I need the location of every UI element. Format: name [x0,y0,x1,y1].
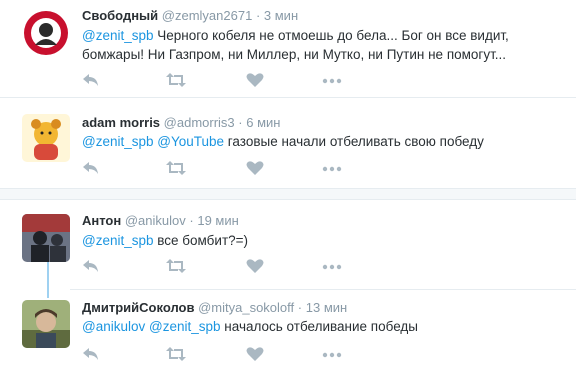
tweet-text-line: бомжары! Ни Газпром, ни Миллер, ни Мутко… [82,47,507,62]
user-handle[interactable]: @zemlyan2671 [162,8,253,23]
reply-icon[interactable] [82,72,102,90]
tweet-text: @zenit_spb все бомбит?=) [82,231,248,250]
mention-link[interactable]: @zenit_spb [82,28,154,43]
avatar[interactable] [22,300,70,348]
mention-link[interactable]: @zenit_spb [82,134,154,149]
user-name[interactable]: ДмитрийСоколов [82,300,194,315]
mention-link[interactable]: @zenit_spb [149,319,221,334]
separator-dot: · [189,213,194,228]
tweet[interactable]: Свободный @zemlyan2671 · 3 мин @zenit_sp… [0,0,576,95]
separator-dot: · [238,115,243,130]
reply-icon[interactable] [82,160,102,178]
mention-link[interactable]: @zenit_spb [82,233,154,248]
avatar[interactable] [22,114,70,162]
tweet[interactable]: ДмитрийСоколов @mitya_sokoloff · 13 мин … [0,290,576,372]
more-icon[interactable] [322,72,342,90]
tweet[interactable]: adam morris @admorris3 · 6 мин @zenit_sp… [0,98,576,186]
reply-icon[interactable] [82,258,102,276]
user-name[interactable]: Антон [82,213,121,228]
user-name[interactable]: adam morris [82,115,160,130]
more-icon[interactable] [322,258,342,276]
tweet-text: @zenit_spb @YouTube газовые начали отбел… [82,132,484,151]
like-icon[interactable] [246,346,266,364]
retweet-icon[interactable] [166,346,186,364]
user-handle[interactable]: @mitya_sokoloff [198,300,294,315]
tweet-text: @zenit_spb Черного кобеля не отмоешь до … [82,26,509,64]
tweet-actions [82,160,382,180]
timestamp[interactable]: 6 мин [246,115,280,130]
tweet-text: @anikulov @zenit_spb началось отбеливани… [82,317,418,336]
tweet-actions [82,346,382,366]
mention-link[interactable]: @YouTube [157,134,224,149]
tweet[interactable]: Антон @anikulov · 19 мин @zenit_spb все … [0,200,576,292]
avatar[interactable] [22,214,70,262]
timestamp[interactable]: 3 мин [264,8,298,23]
avatar[interactable] [22,9,70,57]
retweet-icon[interactable] [166,160,186,178]
like-icon[interactable] [246,72,266,90]
user-handle[interactable]: @admorris3 [164,115,235,130]
timestamp[interactable]: 19 мин [197,213,238,228]
like-icon[interactable] [246,258,266,276]
tweet-actions [82,258,382,278]
retweet-icon[interactable] [166,258,186,276]
tweet-text-line: все бомбит?=) [157,233,249,248]
separator-dot: · [297,300,303,315]
mention-link[interactable]: @anikulov [82,319,145,334]
tweet-text-line: Черного кобеля не отмоешь до бела... Бог… [157,28,509,43]
reply-icon[interactable] [82,346,102,364]
separator-dot: · [255,8,261,23]
user-name[interactable]: Свободный [82,8,158,23]
tweet-text-line: газовые начали отбеливать свою победу [227,134,484,149]
retweet-icon[interactable] [166,72,186,90]
tweet-actions [82,72,382,92]
like-icon[interactable] [246,160,266,178]
timestamp[interactable]: 13 мин [306,300,347,315]
tweet-text-line: началось отбеливание победы [224,319,418,334]
more-icon[interactable] [322,346,342,364]
more-icon[interactable] [322,160,342,178]
stream-gap [0,189,576,199]
user-handle[interactable]: @anikulov [125,213,186,228]
